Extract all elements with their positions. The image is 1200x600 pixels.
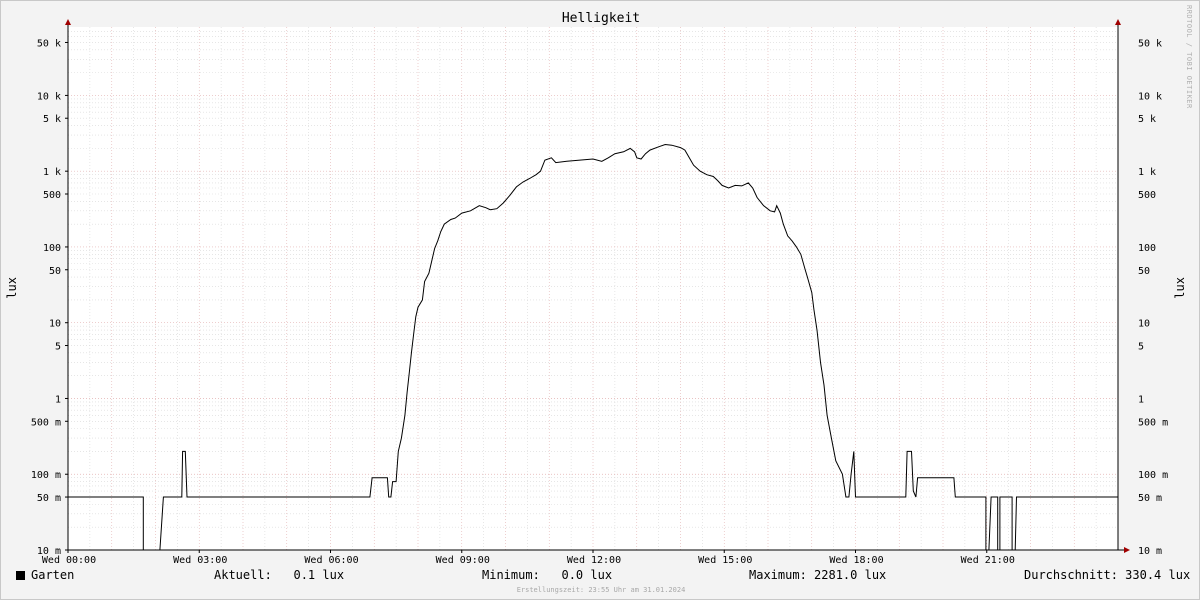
x-axis-arrow [1124,547,1130,553]
y-tick-label-left: 50 m [37,493,61,504]
legend-series-name: Garten [31,568,75,582]
y-tick-label-left: 10 [49,319,61,330]
x-tick-label: Wed 12:00 [567,555,621,566]
y-tick-label-left: 500 m [31,417,61,428]
stat-current: Aktuell: 0.1 lux [214,568,345,582]
x-tick-label: Wed 21:00 [961,555,1015,566]
y-tick-label-left: 5 k [43,114,61,125]
y-axis-arrow-left [65,19,71,25]
x-tick-label: Wed 03:00 [173,555,227,566]
chart-area: 10 m 10 m50 m 50 m100 m 100 m500 m 500 m1 15 5… [31,19,1168,566]
stat-maximum: Maximum: 2281.0 lux [749,568,887,582]
y-tick-label-right: 10 [1138,319,1150,330]
y-axis-arrow-right [1115,19,1121,25]
y-tick-label-right: 10 k [1138,91,1162,102]
stat-minimum: Minimum: 0.0 lux [482,568,613,582]
legend: Garten Aktuell: 0.1 lux Minimum: 0.0 lux… [1,568,1200,584]
y-tick-label-right: 500 [1138,190,1156,201]
y-tick-label-right: 1 [1138,394,1144,405]
y-tick-label-left: 100 m [31,470,61,481]
x-tick-label: Wed 15:00 [698,555,752,566]
y-tick-label-left: 50 [49,266,61,277]
y-tick-label-left: 500 [43,190,61,201]
y-tick-label-right: 10 m [1138,546,1162,557]
y-tick-label-right: 100 [1138,243,1156,254]
y-tick-label-right: 50 k [1138,38,1162,49]
y-tick-label-right: 50 [1138,266,1150,277]
x-tick-label: Wed 09:00 [436,555,490,566]
y-tick-label-right: 5 k [1138,114,1156,125]
stat-average: Durchschnitt: 330.4 lux [1024,568,1191,582]
footer-timestamp: Erstellungszeit: 23:55 Uhr am 31.01.2024 [516,586,686,594]
y-tick-label-right: 100 m [1138,470,1168,481]
y-tick-label-right: 500 m [1138,417,1168,428]
y-tick-label-left: 100 [43,243,61,254]
y-tick-label-right: 50 m [1138,493,1162,504]
graph-frame: Helligkeit RRDTOOL / TOBI OETIKER lux lu… [0,0,1200,600]
x-tick-label: Wed 18:00 [829,555,883,566]
y-tick-label-left: 1 k [43,167,61,178]
y-tick-label-left: 5 [55,342,61,353]
x-tick-label: Wed 06:00 [304,555,358,566]
legend-swatch [16,571,25,580]
y-tick-label-left: 1 [55,394,61,405]
y-tick-label-left: 10 k [37,91,61,102]
y-tick-label-left: 50 k [37,38,61,49]
y-tick-label-right: 5 [1138,342,1144,353]
x-tick-label: Wed 00:00 [42,555,96,566]
y-tick-label-right: 1 k [1138,167,1156,178]
